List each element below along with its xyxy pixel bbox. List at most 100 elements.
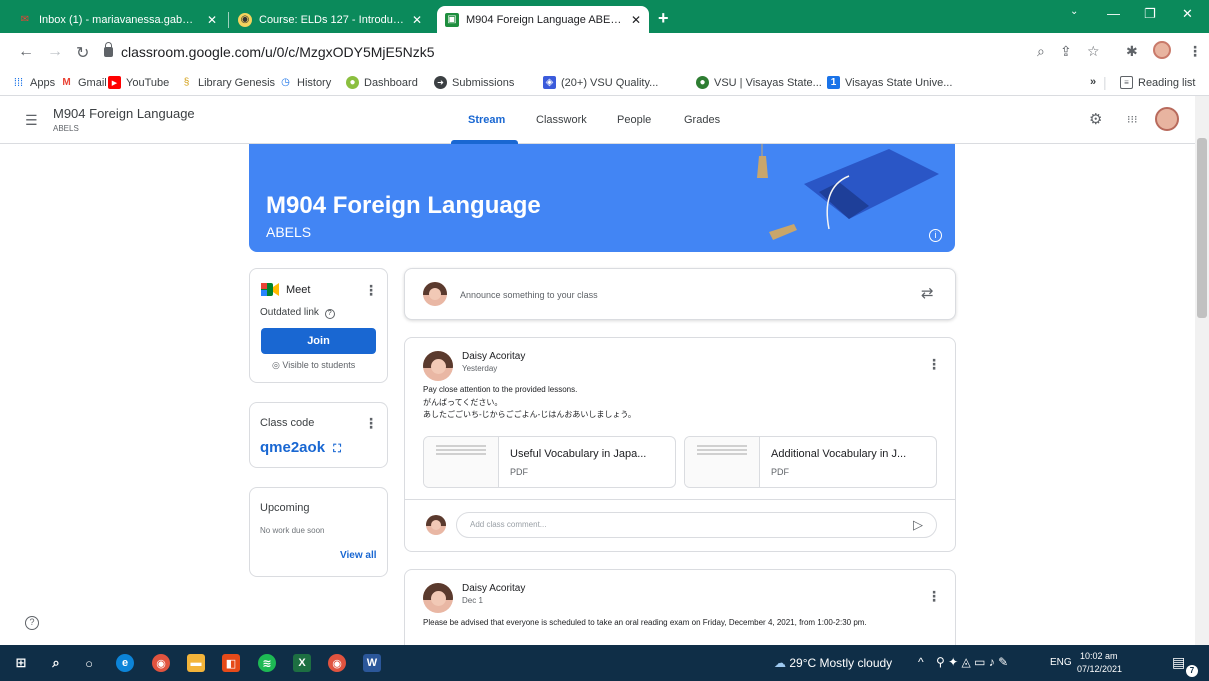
post-author: Daisy Acoritay (462, 351, 526, 362)
chrome-icon[interactable]: ◉ (152, 654, 170, 672)
excel-icon[interactable]: X (293, 654, 311, 672)
meet-more-icon[interactable]: ⋮ (364, 282, 378, 299)
attachment-name: Additional Vocabulary in J... (771, 448, 907, 460)
cortana-icon[interactable]: ○ (80, 654, 98, 672)
post-more-icon[interactable]: ⋮ (927, 356, 941, 373)
more-bookmarks-button[interactable]: » (1090, 76, 1096, 88)
bookmark-vsu-quality[interactable]: ◈ (20+) VSU Quality... (543, 76, 658, 89)
bookmark-gmail[interactable]: M Gmail (60, 76, 106, 89)
view-all-link[interactable]: View all (340, 550, 377, 561)
tray-icons[interactable]: ⚲ ✦ ◬ ▭ ♪ ✎ (936, 655, 1008, 669)
fullscreen-icon[interactable]: ⛶ (333, 443, 341, 455)
tab-close-icon[interactable]: ✕ (412, 13, 422, 27)
announce-placeholder[interactable]: Announce something to your class (460, 290, 598, 300)
youtube-icon: ▶ (108, 76, 121, 89)
windows-start-icon[interactable]: ⊞ (12, 654, 30, 672)
url-text: classroom.google.com/u/0/c/MzgxODY5MjE5N… (121, 44, 435, 60)
tab-grades[interactable]: Grades (684, 114, 720, 126)
windows-taskbar: ⊞ ⌕ ○ e ◉ ▬ ◧ ≋ X ◉ W ☁ 29°C Mostly clou… (0, 645, 1209, 681)
tab-course[interactable]: ◉ Course: ELDs 127 - Introduction t ✕ (230, 6, 430, 33)
share-icon[interactable]: ⇪ (1060, 43, 1072, 60)
tab-people[interactable]: People (617, 114, 651, 126)
post-text-line: がんばってください。 (423, 398, 503, 407)
extensions-icon[interactable]: ✱ (1126, 43, 1138, 60)
notification-center-icon[interactable]: ▤ (1172, 654, 1185, 671)
comment-input[interactable]: Add class comment... ▷ (456, 512, 937, 538)
post-text-line: Pay close attention to the provided less… (423, 385, 578, 394)
office-icon[interactable]: ◧ (222, 654, 240, 672)
forward-arrow-icon[interactable]: → (47, 43, 63, 61)
zoom-icon[interactable]: ⌕ (1037, 43, 1045, 60)
reading-list-label: Reading list (1138, 76, 1196, 89)
lock-icon (104, 42, 113, 57)
word-icon[interactable]: W (363, 654, 381, 672)
tab-classwork[interactable]: Classwork (536, 114, 587, 126)
join-meet-button[interactable]: Join (261, 328, 376, 354)
bookmark-visayas-state[interactable]: 1 Visayas State Unive... (827, 76, 952, 89)
window-close-icon[interactable]: ✕ (1182, 6, 1193, 22)
class-code-value[interactable]: qme2aok ⛶ (260, 439, 341, 456)
tab-stream[interactable]: Stream (468, 114, 505, 126)
class-info-icon[interactable]: i (929, 229, 942, 242)
bookmark-submissions[interactable]: ➜ Submissions (434, 76, 514, 89)
bookmark-apps[interactable]: ⁞⁞⁞ Apps (12, 76, 55, 89)
class-title[interactable]: M904 Foreign Language (53, 106, 195, 121)
url-field[interactable]: classroom.google.com/u/0/c/MzgxODY5MjE5N… (104, 41, 1080, 63)
reload-icon[interactable]: ↻ (76, 43, 89, 63)
profile-avatar[interactable] (1153, 41, 1171, 59)
dashboard-icon: ● (346, 76, 359, 89)
bookmark-dashboard[interactable]: ● Dashboard (346, 76, 418, 89)
post-date: Yesterday (462, 364, 498, 373)
outdated-link-text: Outdated link ? (260, 307, 335, 319)
browser-menu-icon[interactable]: ⋮ (1188, 43, 1202, 60)
bookmark-youtube[interactable]: ▶ YouTube (108, 76, 169, 89)
post-more-icon[interactable]: ⋮ (927, 588, 941, 605)
settings-gear-icon[interactable]: ⚙ (1089, 110, 1102, 128)
spotify-icon[interactable]: ≋ (258, 654, 276, 672)
show-hidden-icons[interactable]: ^ (918, 655, 924, 669)
attachment-card[interactable]: Useful Vocabulary in Japa... PDF (423, 436, 676, 488)
back-arrow-icon[interactable]: ← (18, 43, 34, 61)
bookmark-star-icon[interactable]: ☆ (1087, 43, 1100, 60)
minimize-icon[interactable]: — (1107, 6, 1120, 21)
page-scrollbar[interactable] (1195, 96, 1209, 645)
account-avatar[interactable] (1155, 107, 1179, 131)
announce-card[interactable]: Announce something to your class ⇄ (404, 268, 956, 320)
help-icon[interactable]: ? (25, 616, 39, 630)
tab-search-icon[interactable]: ⌄ (1070, 6, 1078, 17)
clock-date[interactable]: 07/12/2021 (1077, 664, 1122, 674)
bookmark-history[interactable]: ◷ History (279, 76, 331, 89)
cloud-icon: ☁ (774, 656, 786, 670)
bookmark-vsu[interactable]: ● VSU | Visayas State... (696, 76, 822, 89)
tab-close-icon[interactable]: ✕ (631, 13, 641, 27)
google-apps-icon[interactable]: ⁝⁝⁝ (1127, 113, 1138, 126)
attachment-name: Useful Vocabulary in Japa... (510, 448, 647, 460)
class-code-more-icon[interactable]: ⋮ (364, 415, 378, 432)
hamburger-menu-icon[interactable]: ☰ (25, 112, 38, 129)
weather-text: 29°C Mostly cloudy (789, 656, 893, 670)
edge-icon[interactable]: e (116, 654, 134, 672)
restore-icon[interactable]: ❐ (1144, 6, 1156, 22)
file-explorer-icon[interactable]: ▬ (187, 654, 205, 672)
bookmark-label: YouTube (126, 76, 170, 89)
tab-close-icon[interactable]: ✕ (207, 13, 217, 27)
reading-list-button[interactable]: ≡ Reading list (1120, 76, 1195, 89)
new-tab-button[interactable]: + (658, 8, 669, 29)
notification-count-badge: 7 (1186, 665, 1198, 677)
clock-time[interactable]: 10:02 am (1080, 651, 1118, 661)
bookmark-library-genesis[interactable]: § Library Genesis (180, 76, 275, 89)
gmail-icon: M (62, 77, 71, 88)
tab-gmail[interactable]: ✉ Inbox (1) - mariavanessa.gabuna ✕ (10, 6, 225, 33)
scrollbar-thumb[interactable] (1197, 138, 1207, 318)
upcoming-card: Upcoming No work due soon View all (249, 487, 388, 577)
language-indicator[interactable]: ENG (1050, 657, 1072, 668)
moodle-icon: ◉ (238, 12, 252, 27)
repost-icon[interactable]: ⇄ (921, 284, 934, 302)
help-circle-icon[interactable]: ? (324, 309, 335, 319)
search-icon[interactable]: ⌕ (47, 654, 65, 672)
attachment-card[interactable]: Additional Vocabulary in J... PDF (684, 436, 937, 488)
chrome-profile-icon[interactable]: ◉ (328, 654, 346, 672)
tab-classroom[interactable]: ▣ M904 Foreign Language ABELS ✕ (437, 6, 649, 33)
send-icon[interactable]: ▷ (913, 517, 923, 533)
weather-widget[interactable]: ☁ 29°C Mostly cloudy (774, 656, 892, 670)
